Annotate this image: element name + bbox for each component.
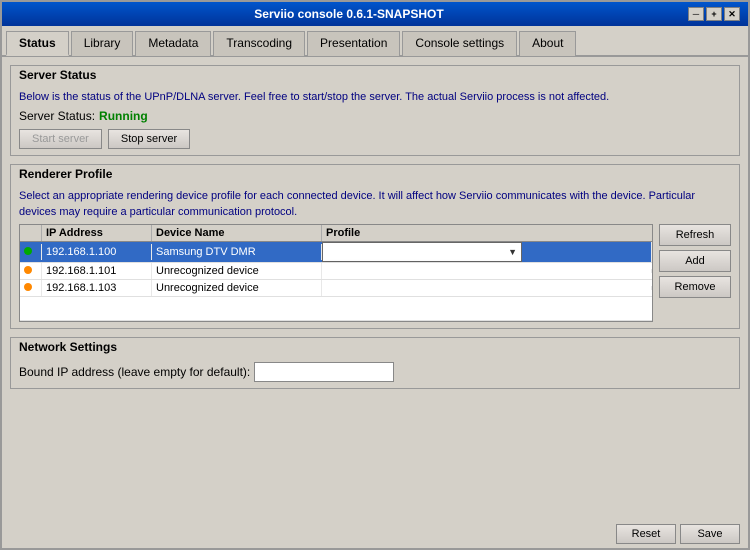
tab-bar: Status Library Metadata Transcoding Pres…	[2, 26, 748, 57]
table-row-empty	[20, 297, 652, 321]
network-settings-content: Bound IP address (leave empty for defaul…	[11, 356, 739, 388]
renderer-profile-content: Select an appropriate rendering device p…	[11, 183, 739, 328]
stop-server-button[interactable]: Stop server	[108, 129, 190, 149]
dropdown-selected[interactable]: Samsung TV / player (C/D-se... ▼	[322, 242, 522, 262]
dropdown-selected-text: Samsung TV / player (C/D-se...	[327, 246, 480, 258]
close-button[interactable]: ✕	[724, 7, 740, 21]
header-device: Device Name	[152, 225, 322, 241]
row-profile	[322, 269, 652, 273]
action-buttons: Refresh Add Remove	[659, 224, 731, 298]
row-check	[20, 280, 42, 296]
row-ip: 192.168.1.100	[42, 244, 152, 260]
start-server-button[interactable]: Start server	[19, 129, 102, 149]
tab-metadata[interactable]: Metadata	[135, 31, 211, 56]
profile-dropdown[interactable]: Samsung TV / player (C/D-se... ▼ Manta W…	[322, 242, 522, 262]
row-device: Unrecognized device	[152, 280, 322, 296]
main-window: Serviio console 0.6.1-SNAPSHOT ─ + ✕ Sta…	[0, 0, 750, 550]
header-profile: Profile	[322, 225, 652, 241]
network-settings-section: Network Settings Bound IP address (leave…	[10, 337, 740, 389]
table-area: IP Address Device Name Profile 192.168.1…	[19, 224, 731, 322]
table-row[interactable]: 192.168.1.101 Unrecognized device	[20, 263, 652, 280]
table-header: IP Address Device Name Profile	[20, 225, 652, 242]
tab-console-settings[interactable]: Console settings	[402, 31, 517, 56]
chevron-down-icon: ▼	[508, 247, 517, 257]
status-label: Server Status:	[19, 109, 95, 123]
row-check	[20, 263, 42, 279]
main-content: Server Status Below is the status of the…	[2, 57, 748, 520]
server-status-info: Below is the status of the UPnP/DLNA ser…	[19, 90, 731, 105]
window-title: Serviio console 0.6.1-SNAPSHOT	[10, 7, 688, 21]
add-button[interactable]: Add	[659, 250, 731, 272]
renderer-profile-title: Renderer Profile	[11, 165, 739, 183]
renderer-profile-info: Select an appropriate rendering device p…	[19, 189, 731, 220]
row-device: Unrecognized device	[152, 263, 322, 279]
status-dot-green	[24, 247, 32, 255]
tab-about[interactable]: About	[519, 31, 576, 56]
tab-status[interactable]: Status	[6, 31, 69, 56]
minimize-button[interactable]: ─	[688, 7, 704, 21]
status-value: Running	[99, 109, 148, 123]
server-buttons: Start server Stop server	[19, 129, 731, 149]
row-profile	[322, 286, 652, 290]
bottom-bar: Reset Save	[2, 520, 748, 548]
header-ip: IP Address	[42, 225, 152, 241]
remove-button[interactable]: Remove	[659, 276, 731, 298]
bound-ip-input[interactable]	[254, 362, 394, 382]
table-row[interactable]: 192.168.1.100 Samsung DTV DMR Samsung TV…	[20, 242, 652, 263]
status-dot-orange	[24, 283, 32, 291]
row-device: Samsung DTV DMR	[152, 244, 322, 260]
tab-transcoding[interactable]: Transcoding	[213, 31, 305, 56]
status-dot-orange	[24, 266, 32, 274]
tab-library[interactable]: Library	[71, 31, 134, 56]
refresh-button[interactable]: Refresh	[659, 224, 731, 246]
header-check	[20, 225, 42, 241]
save-button[interactable]: Save	[680, 524, 740, 544]
status-row: Server Status: Running	[19, 109, 731, 123]
row-check	[20, 244, 42, 260]
tab-presentation[interactable]: Presentation	[307, 31, 400, 56]
row-profile: Samsung TV / player (C/D-se... ▼ Manta W…	[322, 242, 652, 262]
row-ip: 192.168.1.103	[42, 280, 152, 296]
window-controls: ─ + ✕	[688, 7, 740, 21]
device-table: IP Address Device Name Profile 192.168.1…	[19, 224, 653, 322]
server-status-content: Below is the status of the UPnP/DLNA ser…	[11, 84, 739, 155]
table-row[interactable]: 192.168.1.103 Unrecognized device	[20, 280, 652, 297]
server-status-title: Server Status	[11, 66, 739, 84]
reset-button[interactable]: Reset	[616, 524, 676, 544]
server-status-section: Server Status Below is the status of the…	[10, 65, 740, 156]
network-settings-title: Network Settings	[11, 338, 739, 356]
title-bar: Serviio console 0.6.1-SNAPSHOT ─ + ✕	[2, 2, 748, 26]
renderer-profile-section: Renderer Profile Select an appropriate r…	[10, 164, 740, 329]
bound-ip-label: Bound IP address (leave empty for defaul…	[19, 365, 250, 379]
maximize-button[interactable]: +	[706, 7, 722, 21]
row-ip: 192.168.1.101	[42, 263, 152, 279]
